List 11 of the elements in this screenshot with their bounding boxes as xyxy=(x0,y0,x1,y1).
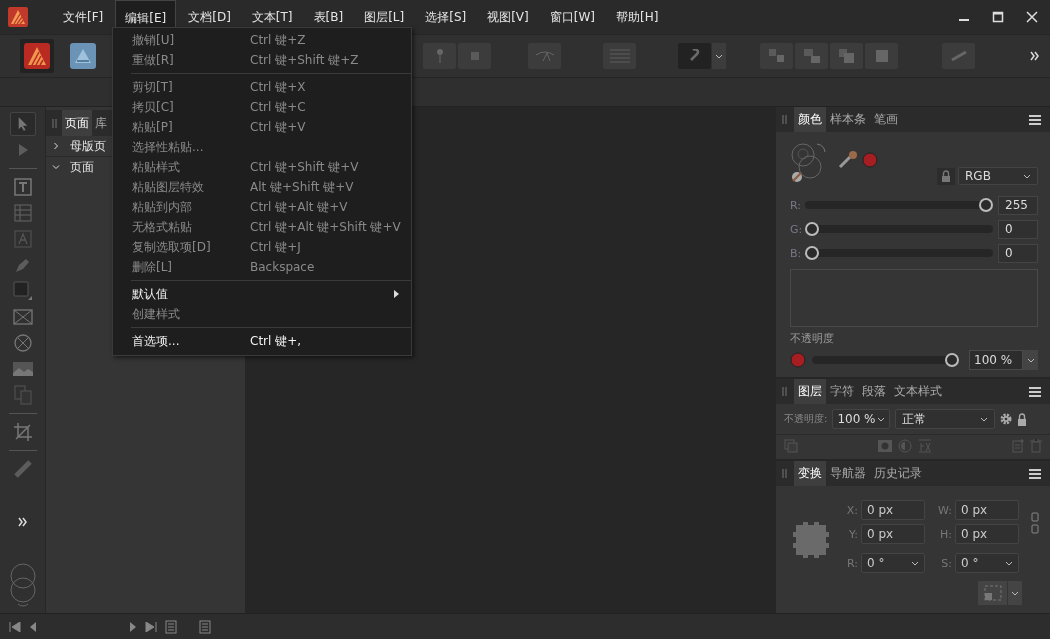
channel-label: B: xyxy=(790,246,803,260)
channel-label: G: xyxy=(790,222,804,236)
opacity-label: 不透明度: xyxy=(784,412,828,426)
channel-label: R: xyxy=(790,198,802,212)
field-label: R: xyxy=(846,556,859,570)
field-label: Y: xyxy=(848,527,859,541)
field-label: H: xyxy=(939,527,953,541)
opacity-label: 不透明度 xyxy=(790,331,835,346)
field-label: W: xyxy=(937,503,953,517)
field-label: S: xyxy=(940,556,953,570)
field-label: X: xyxy=(845,503,859,517)
